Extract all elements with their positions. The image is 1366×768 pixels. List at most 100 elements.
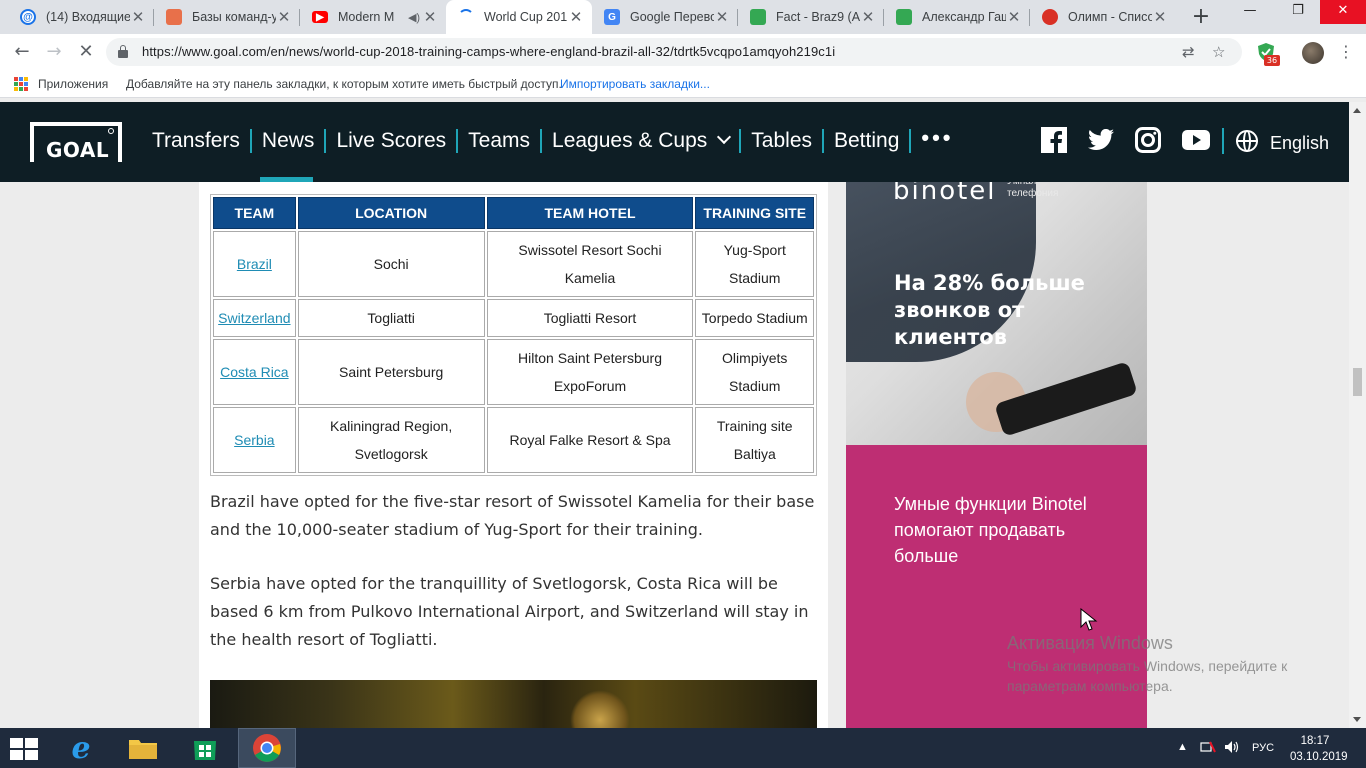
location-cell: Saint Petersburg [297,339,485,405]
column-header: TEAM HOTEL [486,197,694,229]
bookmarks-bar: Приложения Добавляйте на эту панель закл… [0,70,1366,98]
divider [1222,128,1224,154]
nav-tables[interactable]: Tables [751,129,812,153]
close-icon[interactable]: ✕ [1152,8,1168,26]
browser-tab[interactable]: ▶ Modern M ◀) ✕ [300,0,446,34]
vertical-scrollbar[interactable] [1349,102,1366,728]
table-row: Serbia Kaliningrad Region, Svetlogorsk R… [213,407,814,473]
column-header: TEAM [213,197,296,229]
new-tab-button[interactable]: + [1188,4,1214,30]
team-link[interactable]: Switzerland [218,310,290,326]
scroll-down-icon[interactable] [1353,717,1361,722]
system-clock[interactable]: 18:17 03.10.2019 [1290,733,1348,765]
back-icon[interactable]: ← [10,40,34,64]
file-explorer-icon[interactable] [114,728,172,768]
instagram-icon[interactable] [1134,126,1162,154]
nav-teams[interactable]: Teams [468,129,530,153]
speaker-icon[interactable]: ◀) [406,11,422,24]
site-header: GOAL Transfers News Live Scores Teams Le… [0,102,1349,182]
volume-icon[interactable] [1224,740,1240,757]
chevron-down-icon [717,129,732,145]
nav-news[interactable]: News [262,129,315,153]
nav-leagues-cups[interactable]: Leagues & Cups [552,129,732,153]
loading-icon [458,9,474,25]
star-icon[interactable]: ☆ [1212,43,1225,61]
close-icon[interactable]: ✕ [130,8,146,26]
maximize-button[interactable]: ❐ [1276,0,1320,24]
close-icon[interactable]: ✕ [1006,8,1022,26]
minimize-button[interactable]: — [1228,0,1272,24]
nav-transfers[interactable]: Transfers [152,129,240,153]
windows-activation-watermark: Активация Windows Чтобы активировать Win… [1007,633,1288,694]
ad-body-text: Умные функции Binotel помогают продавать… [894,494,1087,566]
sheets-icon [750,9,766,25]
team-link[interactable]: Serbia [234,432,274,448]
windows-start-icon[interactable] [10,738,38,760]
network-icon[interactable] [1200,740,1216,757]
forward-icon[interactable]: → [42,40,66,64]
browser-tab[interactable]: Александр Гаш ✕ [884,0,1030,34]
scroll-up-icon[interactable] [1353,108,1361,113]
apps-icon[interactable] [14,77,28,91]
close-icon[interactable]: ✕ [568,8,584,26]
column-header: TRAINING SITE [695,197,814,229]
nav-live-scores[interactable]: Live Scores [336,129,446,153]
training-site-cell: Training site Baltiya [695,407,814,473]
ad-brand-logo: binotel [893,182,997,206]
column-header: LOCATION [297,197,485,229]
hotel-cell: Swissotel Resort Sochi Kamelia [486,231,694,297]
table-row: Brazil Sochi Swissotel Resort Sochi Kame… [213,231,814,297]
youtube-icon: ▶ [312,11,328,23]
globe-icon[interactable] [1236,130,1258,152]
apps-link[interactable]: Приложения [38,77,108,91]
goal-logo[interactable]: GOAL [30,122,122,162]
close-icon[interactable]: ✕ [860,8,876,26]
browser-tab[interactable]: Олимп - Списо ✕ [1030,0,1176,34]
nav-more-icon[interactable]: ••• [921,125,953,151]
browser-menu-icon[interactable]: ⋮ [1338,42,1354,64]
tray-expand-icon[interactable]: ▲ [1177,741,1188,753]
nav-betting[interactable]: Betting [834,129,899,153]
browser-tab-active[interactable]: World Cup 201 ✕ [446,0,592,34]
store-icon[interactable] [176,728,234,768]
browser-tab[interactable]: Базы команд-у ✕ [154,0,300,34]
translate-icon[interactable]: ⇄ [1182,43,1195,61]
training-site-cell: Olimpiyets Stadium [695,339,814,405]
browser-tab[interactable]: Fact - Braz9 (Al ✕ [738,0,884,34]
address-bar[interactable]: https://www.goal.com/en/news/world-cup-2… [106,38,1242,66]
browser-tab[interactable]: G Google Перево ✕ [592,0,738,34]
youtube-icon[interactable] [1182,126,1210,154]
team-cell: Switzerland [213,299,296,337]
olimp-icon [1042,9,1058,25]
training-site-cell: Yug-Sport Stadium [695,231,814,297]
browser-tab[interactable]: @ (14) Входящие ✕ [8,0,154,34]
lock-icon [118,45,128,58]
sheets-icon [896,9,912,25]
team-link[interactable]: Brazil [237,256,272,272]
close-icon[interactable]: ✕ [276,8,292,26]
facebook-icon[interactable] [1040,126,1068,154]
url-text[interactable]: https://www.goal.com/en/news/world-cup-2… [142,44,835,59]
close-icon[interactable]: ✕ [422,8,438,26]
close-icon[interactable]: ✕ [714,8,730,26]
tab-strip: @ (14) Входящие ✕ Базы команд-у ✕ ▶ Mode… [0,0,1366,34]
profile-avatar[interactable] [1302,42,1324,64]
team-link[interactable]: Costa Rica [220,364,288,380]
chrome-icon[interactable] [238,728,296,768]
team-cell: Serbia [213,407,296,473]
internet-explorer-icon[interactable]: e [52,728,110,768]
import-bookmarks-link[interactable]: Импортировать закладки... [560,77,710,91]
input-language[interactable]: РУС [1252,742,1274,754]
article-paragraph: Brazil have opted for the five-star reso… [210,492,815,539]
mail-icon: @ [20,9,36,25]
stop-icon[interactable]: ✕ [74,40,98,64]
ad-headline: На 28% больше звонков от клиентов [894,271,1085,349]
twitter-icon[interactable] [1087,126,1115,154]
team-cell: Brazil [213,231,296,297]
close-window-button[interactable]: ✕ [1320,0,1366,24]
language-selector[interactable]: English [1270,133,1329,154]
scroll-thumb[interactable] [1353,368,1362,396]
training-site-cell: Torpedo Stadium [695,299,814,337]
article-image [210,680,817,728]
main-nav: Transfers News Live Scores Teams Leagues… [152,125,954,154]
